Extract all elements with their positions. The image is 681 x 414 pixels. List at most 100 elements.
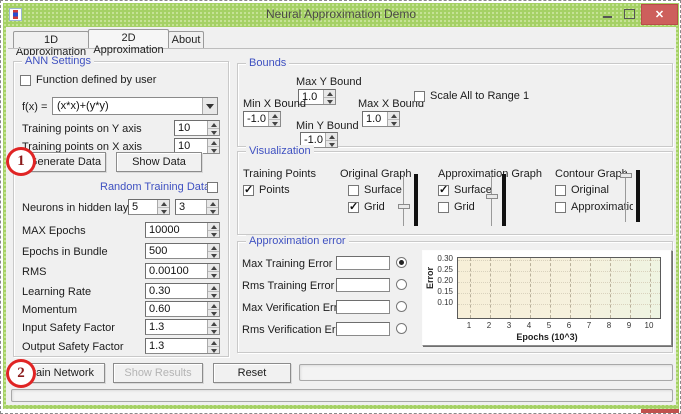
stepper-up-icon[interactable]	[208, 302, 219, 309]
stepper-buttons[interactable]	[157, 200, 169, 214]
stepper-up-icon[interactable]	[269, 112, 280, 119]
momentum-stepper[interactable]: 0.60	[145, 301, 220, 317]
stepper-down-icon[interactable]	[208, 291, 219, 298]
function-defined-checkbox[interactable]	[20, 75, 31, 86]
stepper-buttons[interactable]	[325, 133, 337, 147]
stepper-up-icon[interactable]	[208, 284, 219, 291]
stepper-down-icon[interactable]	[269, 119, 280, 126]
stepper-up-icon[interactable]	[208, 244, 219, 251]
stepper-buttons[interactable]	[323, 90, 335, 104]
output-safety-stepper[interactable]: 1.3	[145, 338, 220, 354]
contour-original-checkbox[interactable]	[555, 185, 566, 196]
stepper-up-icon[interactable]	[388, 112, 399, 119]
stepper-up-icon[interactable]	[208, 139, 219, 146]
stepper-down-icon[interactable]	[208, 346, 219, 353]
combobox-dropdown-icon[interactable]	[202, 98, 217, 114]
max-x-bound-stepper[interactable]: 1.0	[362, 111, 400, 127]
generate-data-button[interactable]: Generate Data	[24, 152, 106, 172]
neurons-layer1-value: 5	[132, 201, 156, 213]
stepper-buttons[interactable]	[207, 302, 219, 316]
contour-graph-slider[interactable]	[620, 170, 642, 222]
scale-all-checkbox[interactable]	[414, 91, 425, 102]
stepper-buttons[interactable]	[207, 320, 219, 334]
maximize-button[interactable]	[619, 3, 639, 25]
rms-verification-error-field[interactable]	[336, 322, 390, 336]
title-bar[interactable]: Neural Approximation Demo ✕	[3, 3, 679, 26]
random-training-data-checkbox[interactable]	[207, 182, 218, 193]
tab-about[interactable]: About	[168, 31, 204, 48]
stepper-down-icon[interactable]	[207, 207, 218, 214]
stepper-buttons[interactable]	[207, 223, 219, 237]
stepper-buttons[interactable]	[387, 112, 399, 126]
max-verification-error-field[interactable]	[336, 300, 390, 314]
stepper-buttons[interactable]	[206, 200, 218, 214]
approximation-graph-slider[interactable]	[486, 174, 508, 226]
approx-grid-checkbox[interactable]	[438, 202, 449, 213]
stepper-down-icon[interactable]	[208, 251, 219, 258]
original-surface-checkbox[interactable]	[348, 185, 359, 196]
original-grid-label: Grid	[364, 201, 385, 213]
stepper-buttons[interactable]	[207, 244, 219, 258]
tab-2d-approximation[interactable]: 2D Approximation	[88, 29, 169, 48]
stepper-buttons[interactable]	[207, 284, 219, 298]
vertical-gridline	[550, 258, 551, 318]
learning-rate-stepper[interactable]: 0.30	[145, 283, 220, 299]
contour-approximation-checkbox[interactable]	[555, 202, 566, 213]
max-training-error-field[interactable]	[336, 256, 390, 270]
max-epochs-stepper[interactable]: 10000	[145, 222, 220, 238]
stepper-up-icon[interactable]	[208, 121, 219, 128]
stepper-down-icon[interactable]	[208, 146, 219, 153]
original-grid-checkbox[interactable]	[348, 202, 359, 213]
slider-thumb[interactable]	[486, 194, 498, 199]
show-results-button[interactable]: Show Results	[113, 363, 203, 383]
stepper-up-icon[interactable]	[208, 339, 219, 346]
client-area: 1D Approximation 2D Approximation About …	[6, 27, 676, 405]
stepper-up-icon[interactable]	[208, 264, 219, 271]
stepper-up-icon[interactable]	[324, 90, 335, 97]
rms-training-error-field[interactable]	[336, 278, 390, 292]
reset-button[interactable]: Reset	[213, 363, 291, 383]
show-data-button[interactable]: Show Data	[116, 152, 202, 172]
stepper-down-icon[interactable]	[208, 128, 219, 135]
function-combobox[interactable]: (x*x)+(y*y)	[52, 97, 218, 115]
close-button[interactable]: ✕	[641, 4, 678, 25]
approx-surface-checkbox[interactable]	[438, 185, 449, 196]
stepper-buttons[interactable]	[207, 264, 219, 278]
training-points-x-value: 10	[178, 140, 206, 152]
neurons-layer1-stepper[interactable]: 5	[128, 199, 170, 215]
stepper-down-icon[interactable]	[208, 271, 219, 278]
function-combobox-value: (x*x)+(y*y)	[57, 100, 199, 112]
minimize-button[interactable]	[597, 3, 617, 25]
slider-thumb[interactable]	[620, 173, 632, 178]
stepper-buttons[interactable]	[268, 112, 280, 126]
rms-verification-error-radio[interactable]	[396, 323, 407, 334]
min-x-bound-stepper[interactable]: -1.0	[243, 111, 281, 127]
stepper-down-icon[interactable]	[158, 207, 169, 214]
stepper-down-icon[interactable]	[208, 327, 219, 334]
stepper-up-icon[interactable]	[208, 223, 219, 230]
stepper-down-icon[interactable]	[208, 309, 219, 316]
points-checkbox[interactable]	[243, 185, 254, 196]
tab-1d-approximation[interactable]: 1D Approximation	[13, 31, 89, 48]
stepper-down-icon[interactable]	[326, 140, 337, 147]
stepper-up-icon[interactable]	[326, 133, 337, 140]
stepper-down-icon[interactable]	[324, 97, 335, 104]
rms-training-error-radio[interactable]	[396, 279, 407, 290]
slider-thumb[interactable]	[398, 204, 410, 209]
original-graph-slider[interactable]	[398, 174, 420, 226]
stepper-buttons[interactable]	[207, 139, 219, 153]
stepper-down-icon[interactable]	[208, 230, 219, 237]
stepper-buttons[interactable]	[207, 121, 219, 135]
stepper-up-icon[interactable]	[207, 200, 218, 207]
max-verification-error-radio[interactable]	[396, 301, 407, 312]
input-safety-stepper[interactable]: 1.3	[145, 319, 220, 335]
stepper-buttons[interactable]	[207, 339, 219, 353]
max-training-error-radio[interactable]	[396, 257, 407, 268]
stepper-down-icon[interactable]	[388, 119, 399, 126]
rms-stepper[interactable]: 0.00100	[145, 263, 220, 279]
epochs-bundle-stepper[interactable]: 500	[145, 243, 220, 259]
training-points-y-stepper[interactable]: 10	[174, 120, 220, 136]
neurons-layer2-stepper[interactable]: 3	[175, 199, 219, 215]
stepper-up-icon[interactable]	[158, 200, 169, 207]
stepper-up-icon[interactable]	[208, 320, 219, 327]
